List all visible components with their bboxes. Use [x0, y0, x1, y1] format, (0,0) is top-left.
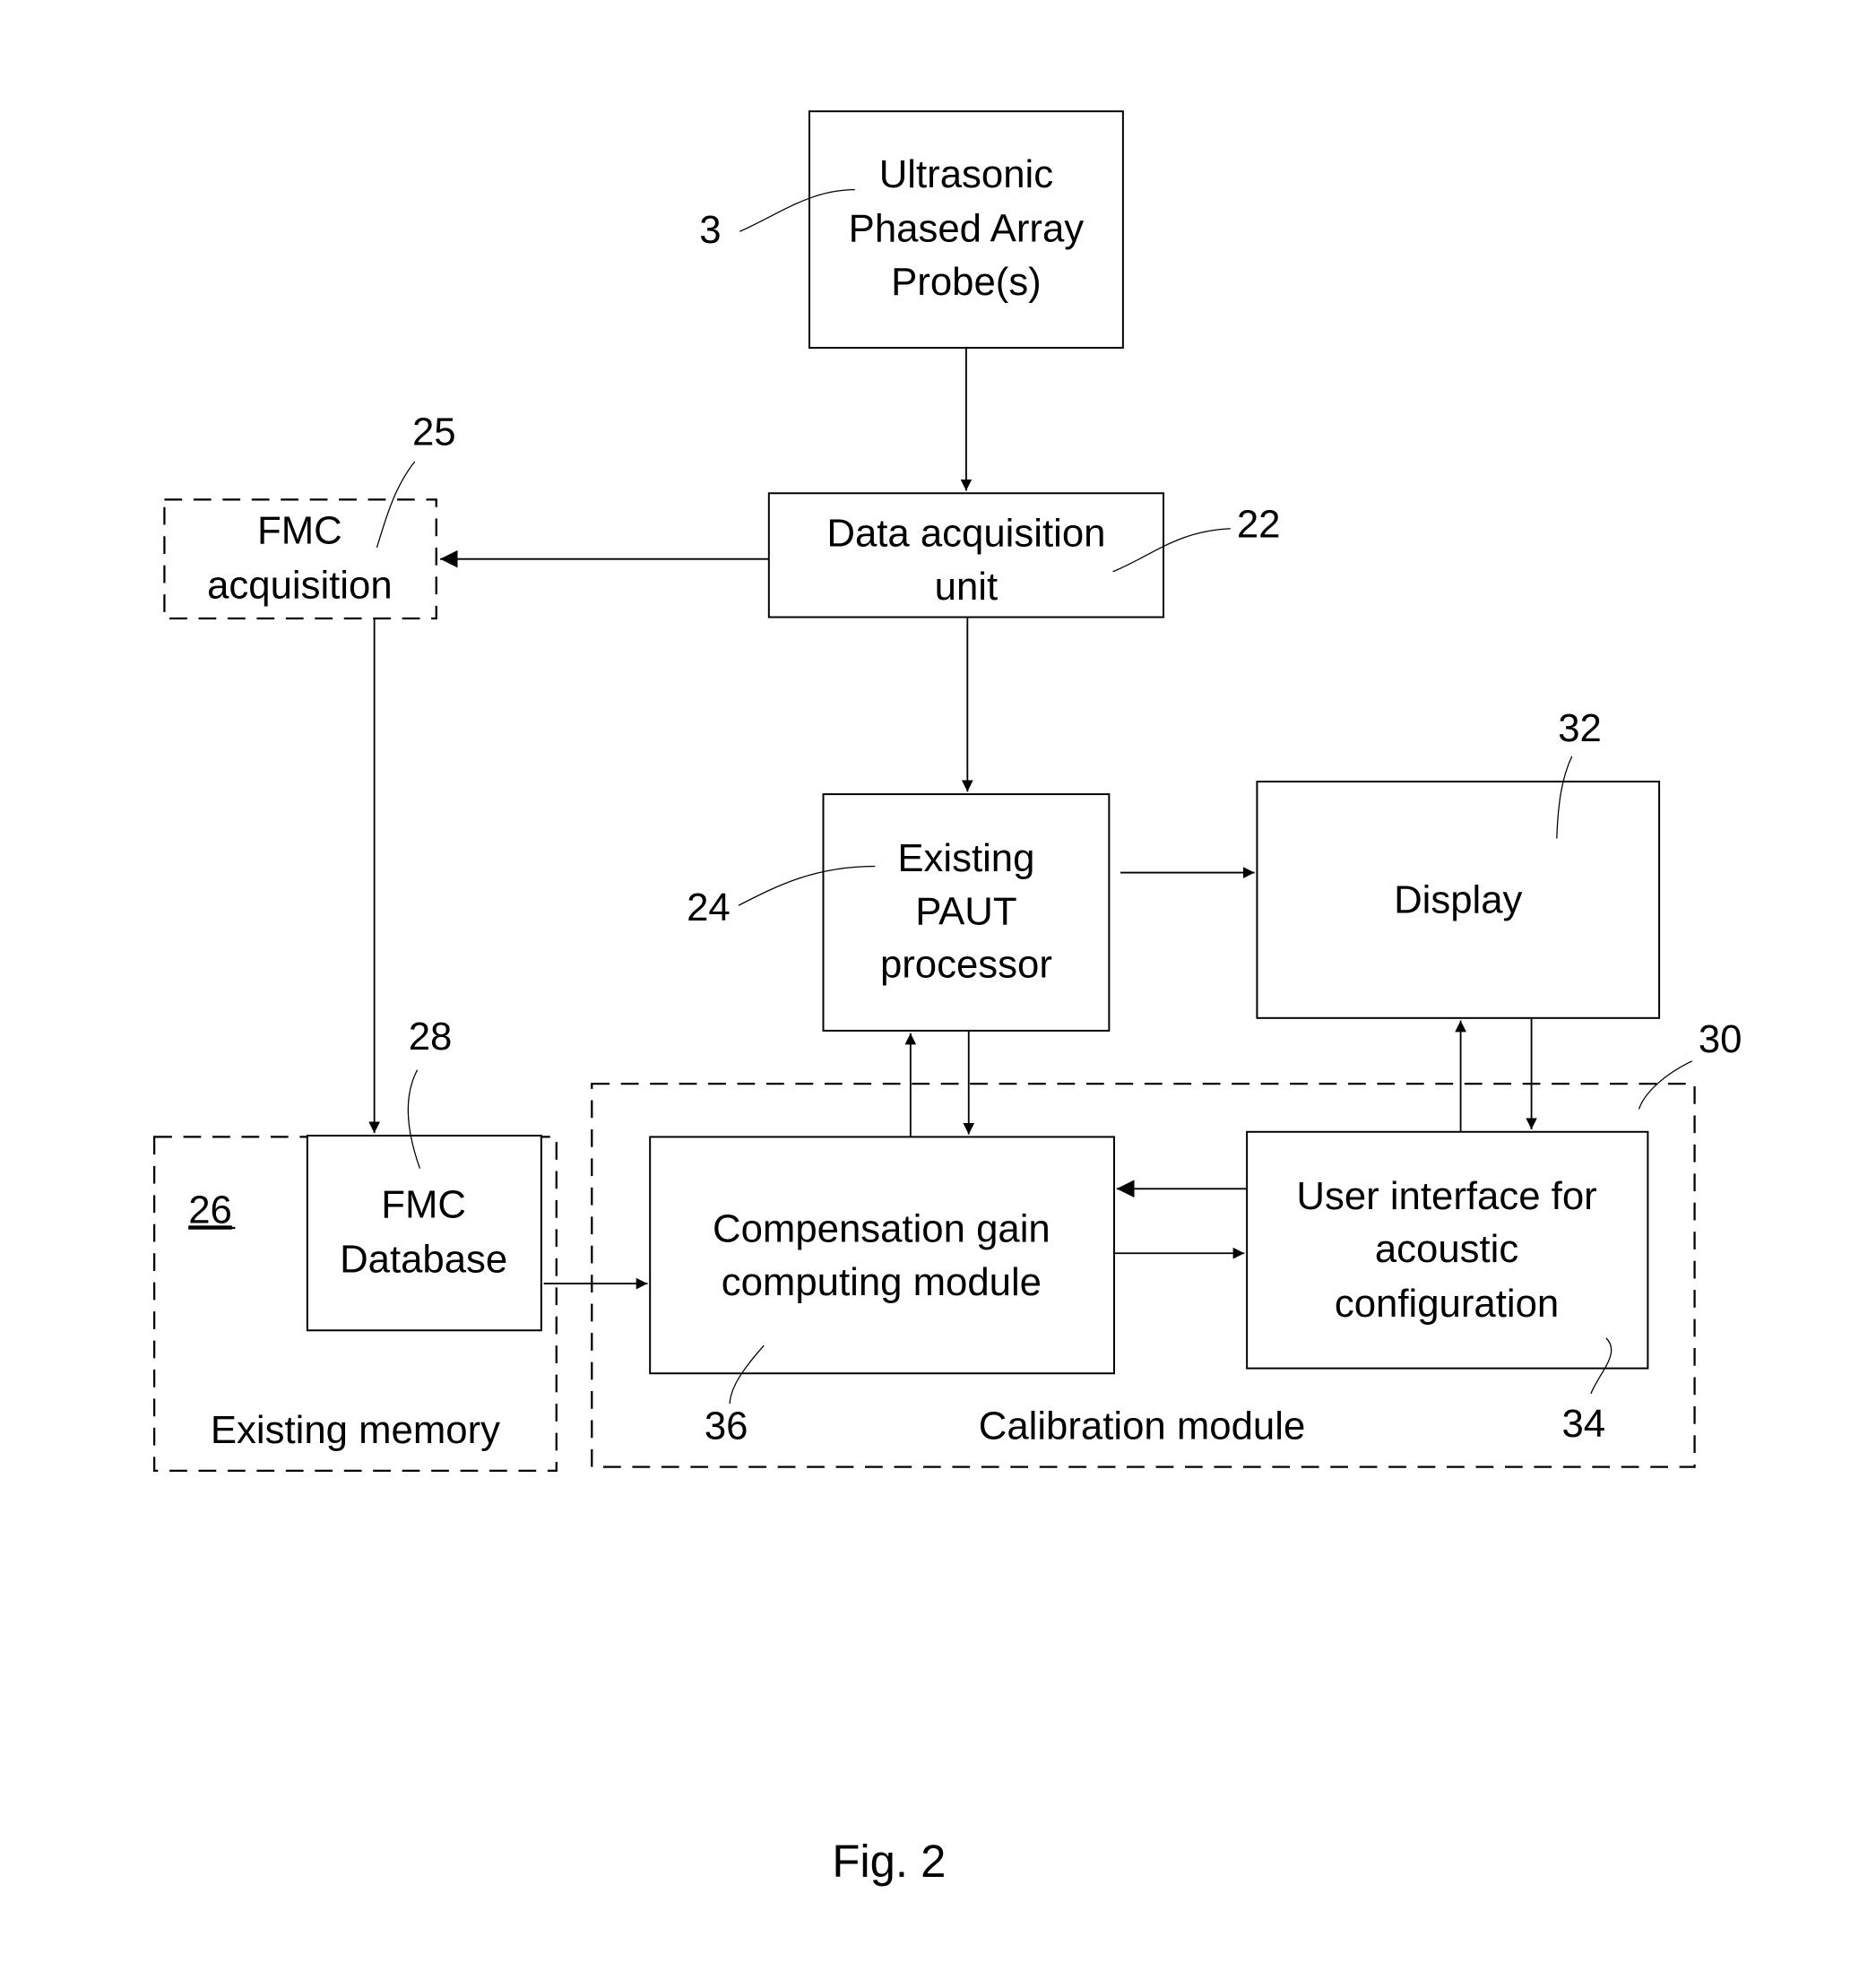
probe-label-line-2: Phased Array — [849, 207, 1085, 251]
fmc-acq-label-line-1: FMC — [257, 509, 342, 553]
probe-block: Ultrasonic Phased Array Probe(s) — [808, 110, 1124, 350]
display-ref-number: 32 — [1558, 706, 1602, 750]
paut-label-line-1: Existing — [897, 836, 1034, 880]
probe-label-line-3: Probe(s) — [891, 260, 1042, 304]
daq-label-line-2: unit — [935, 565, 999, 609]
memory-ref-number: 26 — [188, 1188, 232, 1232]
fmc-db-label-line-1: FMC — [381, 1183, 466, 1227]
memory-label: Existing memory — [211, 1408, 500, 1452]
fmc-db-ref-number: 28 — [409, 1015, 453, 1059]
probe-label-line-1: Ultrasonic — [879, 152, 1053, 196]
data-acquisition-block: Data acquisition unit — [767, 492, 1165, 618]
ui-label-line-1: User interface for — [1296, 1174, 1596, 1218]
paut-processor-block: Existing PAUT processor — [822, 793, 1111, 1032]
calibration-label: Calibration module — [979, 1405, 1306, 1448]
fmc-acq-ref-number: 25 — [412, 411, 456, 454]
ui-label-line-3: configuration — [1335, 1282, 1559, 1326]
probe-ref-number: 3 — [699, 208, 721, 252]
display-label: Display — [1394, 878, 1522, 922]
block-diagram: Ultrasonic Phased Array Probe(s) 3 Data … — [152, 110, 1742, 1887]
comp-gain-label-line-1: Compensation gain — [713, 1207, 1051, 1251]
daq-ref-number: 22 — [1237, 503, 1281, 547]
fmc-database-block: FMC Database — [306, 1135, 542, 1332]
fmc-acq-leader-line — [376, 461, 416, 549]
paut-label-line-2: PAUT — [915, 889, 1016, 933]
figure-caption: Fig. 2 — [832, 1836, 946, 1887]
ui-ref-number: 34 — [1561, 1402, 1605, 1446]
comp-gain-label-line-2: computing module — [722, 1260, 1042, 1304]
user-interface-block: User interface for acoustic configuratio… — [1246, 1130, 1649, 1370]
fmc-acq-label-line-2: acquisition — [207, 563, 393, 607]
calibration-ref-number: 30 — [1699, 1017, 1742, 1061]
fmc-db-label-line-2: Database — [340, 1237, 507, 1281]
fmc-acquisition-block: FMC acquisition — [163, 498, 437, 620]
ui-label-line-2: acoustic — [1375, 1227, 1518, 1271]
daq-label-line-1: Data acquisition — [826, 512, 1105, 556]
comp-gain-ref-number: 36 — [705, 1405, 748, 1448]
paut-ref-number: 24 — [687, 886, 731, 929]
calibration-leader-line — [1638, 1060, 1693, 1110]
paut-label-line-3: processor — [880, 943, 1052, 987]
compensation-gain-block: Compensation gain computing module — [649, 1136, 1115, 1375]
display-block: Display — [1256, 780, 1661, 1019]
